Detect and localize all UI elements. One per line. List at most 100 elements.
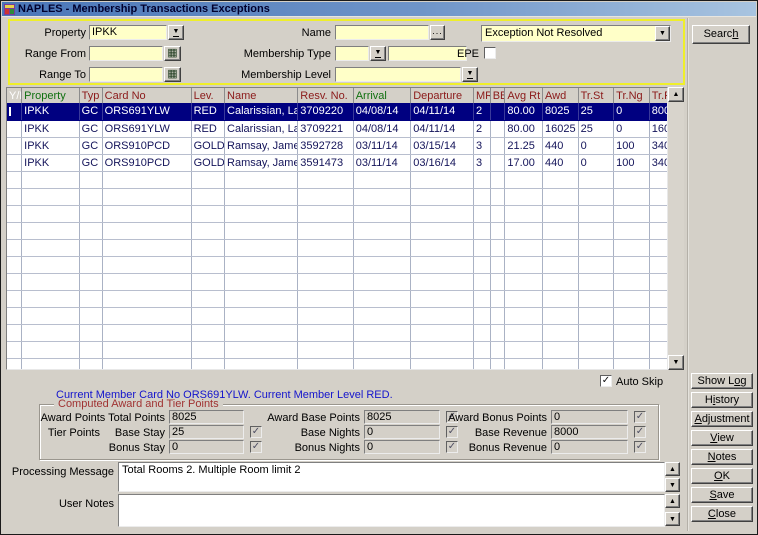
grid-scrollbar[interactable]: ▲ ▼ — [668, 87, 684, 370]
table-cell — [473, 205, 490, 222]
column-header: Tr.Ng — [614, 88, 650, 103]
table-cell — [7, 273, 22, 290]
table-cell: 440 — [543, 154, 579, 171]
adjustment-button[interactable]: Adjustment — [691, 411, 753, 427]
scroll-up-icon: ▲ — [673, 91, 680, 98]
search-button[interactable]: Search — [692, 25, 750, 44]
table-cell — [79, 205, 102, 222]
table-cell: IPKK — [22, 120, 80, 137]
table-cell — [649, 358, 668, 370]
processing-message-field[interactable]: Total Rooms 2. Multiple Room limit 2 — [118, 462, 665, 492]
base-revenue-label: Base Revenue — [387, 427, 547, 439]
membership-level-field[interactable] — [335, 67, 461, 82]
close-button[interactable]: Close — [691, 506, 753, 522]
auto-skip-label: Auto Skip — [616, 376, 663, 388]
table-cell — [578, 324, 614, 341]
table-cell — [79, 341, 102, 358]
auto-skip-checkbox[interactable]: ✓ — [600, 375, 612, 387]
processing-scroll-down-button[interactable]: ▼ — [665, 478, 680, 492]
calendar-icon: ▦ — [167, 47, 177, 59]
range-from-calendar-button[interactable]: ▦ — [164, 46, 181, 61]
table-cell: 0 — [578, 154, 614, 171]
user-notes-field[interactable] — [118, 494, 665, 527]
table-cell: GOLD — [191, 154, 224, 171]
table-cell — [411, 171, 474, 188]
table-cell — [79, 273, 102, 290]
empty-row — [7, 171, 668, 188]
table-cell — [614, 239, 650, 256]
range-from-field[interactable] — [89, 46, 163, 61]
ok-button[interactable]: OK — [691, 468, 753, 484]
table-cell: 04/08/14 — [353, 103, 411, 120]
exception-filter-dropdown[interactable]: Exception Not Resolved ▼ — [481, 25, 671, 42]
table-cell — [79, 239, 102, 256]
table-cell — [22, 171, 80, 188]
table-cell — [473, 358, 490, 370]
property-lov-button[interactable]: ▼ — [168, 25, 184, 40]
name-lookup-button[interactable]: ... — [430, 25, 445, 40]
table-cell — [411, 239, 474, 256]
view-button[interactable]: View — [691, 430, 753, 446]
table-cell — [7, 103, 22, 120]
base-revenue-field: 8000 — [551, 425, 628, 439]
table-row[interactable]: IPKKGCORS910PCDGOLDRamsay, James35927280… — [7, 137, 668, 154]
table-cell — [102, 358, 191, 370]
table-cell — [411, 205, 474, 222]
table-cell — [353, 239, 411, 256]
table-cell: GOLD — [191, 137, 224, 154]
processing-message-label: Processing Message — [9, 466, 114, 478]
notes-button[interactable]: Notes — [691, 449, 753, 465]
column-header: Y/N — [7, 88, 22, 103]
notes-scroll-down-button[interactable]: ▼ — [665, 512, 680, 526]
table-cell — [102, 290, 191, 307]
column-header: Card No — [102, 88, 191, 103]
table-cell: 0 — [578, 137, 614, 154]
table-row[interactable]: IPKKGCORS691YLWREDCalarissian, Lando3709… — [7, 103, 668, 120]
table-cell — [411, 341, 474, 358]
table-cell — [225, 324, 298, 341]
notes-scroll-up-button[interactable]: ▲ — [665, 494, 680, 508]
history-button[interactable]: History — [691, 392, 753, 408]
table-cell: 21.25 — [505, 137, 543, 154]
table-cell: 440 — [543, 137, 579, 154]
title-bar[interactable]: NAPLES - Membership Transactions Excepti… — [2, 2, 756, 16]
membership-type-lov-button[interactable]: ▼ — [370, 46, 386, 61]
grid-scroll-down-button[interactable]: ▼ — [668, 355, 684, 370]
table-cell — [225, 256, 298, 273]
table-row[interactable]: IPKKGCORS910PCDGOLDRamsay, James35914730… — [7, 154, 668, 171]
table-cell: 03/15/14 — [411, 137, 474, 154]
table-cell — [22, 205, 80, 222]
empty-row — [7, 256, 668, 273]
table-cell: 04/11/14 — [411, 103, 474, 120]
table-cell: 8000 — [649, 103, 668, 120]
base-revenue-checkbox: ✓ — [634, 426, 646, 438]
property-field[interactable]: IPKK — [89, 25, 167, 40]
membership-type-field[interactable] — [335, 46, 369, 61]
table-row[interactable]: IPKKGCORS691YLWREDCalarissian, Lando3709… — [7, 120, 668, 137]
name-field[interactable] — [335, 25, 429, 40]
table-cell — [543, 188, 579, 205]
range-to-field[interactable] — [89, 67, 163, 82]
epe-checkbox[interactable] — [484, 47, 496, 59]
exceptions-grid: Y/NPropertyTypCard NoLev.NameResv. No.Ar… — [6, 87, 668, 370]
save-button[interactable]: Save — [691, 487, 753, 503]
table-cell — [614, 222, 650, 239]
table-cell — [543, 239, 579, 256]
table-cell — [649, 324, 668, 341]
button-panel-divider — [687, 18, 689, 531]
grid-scroll-up-button[interactable]: ▲ — [668, 87, 684, 102]
table-cell — [543, 222, 579, 239]
exceptions-table: Y/NPropertyTypCard NoLev.NameResv. No.Ar… — [7, 88, 668, 370]
table-cell: 80.00 — [505, 103, 543, 120]
membership-level-lov-button[interactable]: ▼ — [462, 67, 478, 82]
table-cell — [298, 358, 353, 370]
show-log-button[interactable]: Show Log — [691, 373, 753, 389]
column-header: Awd — [543, 88, 579, 103]
range-to-calendar-button[interactable]: ▦ — [164, 67, 181, 82]
table-cell — [490, 307, 505, 324]
scroll-up-icon: ▲ — [669, 466, 676, 473]
processing-scroll-up-button[interactable]: ▲ — [665, 462, 680, 476]
award-total-label: Award Points Total Points — [40, 412, 165, 424]
table-cell — [79, 171, 102, 188]
column-header: Departure — [411, 88, 474, 103]
